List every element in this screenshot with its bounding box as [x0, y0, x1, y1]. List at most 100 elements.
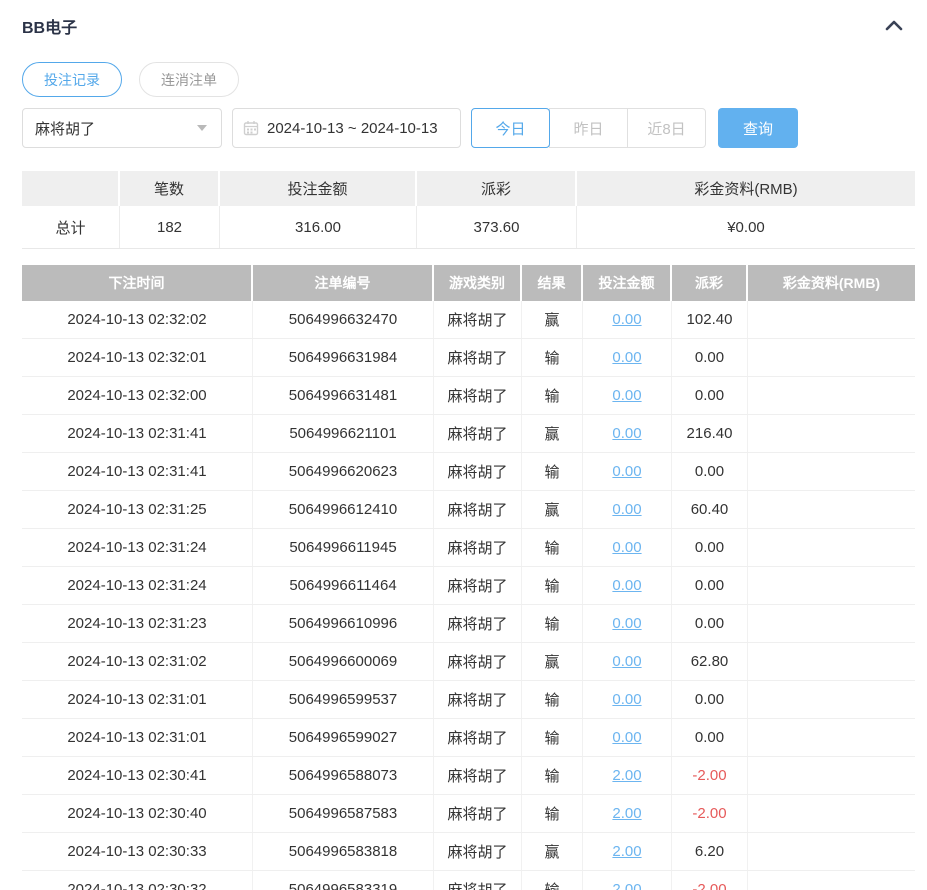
- jackpot-cell: [748, 377, 915, 414]
- game-type-cell: 麻将胡了: [434, 453, 522, 490]
- game-type-cell: 麻将胡了: [434, 719, 522, 756]
- bet-amount-link[interactable]: 0.00: [583, 643, 672, 680]
- bet-table: 下注时间 注单编号 游戏类别 结果 投注金额 派彩 彩金资料(RMB) 2024…: [22, 265, 915, 890]
- bet-time-cell: 2024-10-13 02:30:40: [22, 795, 253, 832]
- bet-id-cell: 5064996621101: [253, 415, 434, 452]
- date-range-input[interactable]: 2024-10-13 ~ 2024-10-13: [232, 108, 461, 148]
- bet-time-cell: 2024-10-13 02:30:41: [22, 757, 253, 794]
- bet-amount-link[interactable]: 0.00: [583, 301, 672, 338]
- payout-cell: 0.00: [672, 719, 748, 756]
- bet-amount-link[interactable]: 2.00: [583, 795, 672, 832]
- result-cell: 输: [522, 605, 583, 642]
- table-row: 2024-10-13 02:30:41 5064996588073 麻将胡了输 2.0…: [22, 757, 915, 795]
- tab-cancelled-bets[interactable]: 连消注单: [139, 62, 239, 97]
- table-row: 2024-10-13 02:32:00 5064996631481 麻将胡了输 0.0…: [22, 377, 915, 415]
- payout-cell: -2.00: [672, 795, 748, 832]
- bet-time-cell: 2024-10-13 02:31:24: [22, 529, 253, 566]
- collapse-button[interactable]: [885, 19, 903, 34]
- panel-header: BB电子: [22, 14, 915, 38]
- table-row: 2024-10-13 02:31:02 5064996600069 麻将胡了赢 0.0…: [22, 643, 915, 681]
- summary-header-empty: [22, 171, 120, 206]
- jackpot-cell: [748, 339, 915, 376]
- bet-amount-link[interactable]: 2.00: [583, 871, 672, 890]
- game-type-cell: 麻将胡了: [434, 833, 522, 870]
- bet-id-cell: 5064996611945: [253, 529, 434, 566]
- col-header-time: 下注时间: [22, 265, 253, 301]
- bet-id-cell: 5064996599537: [253, 681, 434, 718]
- payout-cell: 0.00: [672, 377, 748, 414]
- bet-id-cell: 5064996587583: [253, 795, 434, 832]
- jackpot-cell: [748, 453, 915, 490]
- result-cell: 输: [522, 795, 583, 832]
- bet-time-cell: 2024-10-13 02:31:41: [22, 415, 253, 452]
- quick-today-button[interactable]: 今日: [471, 108, 550, 148]
- game-select[interactable]: 麻将胡了: [22, 108, 222, 148]
- result-cell: 赢: [522, 833, 583, 870]
- payout-cell: 102.40: [672, 301, 748, 338]
- jackpot-cell: [748, 567, 915, 604]
- jackpot-cell: [748, 643, 915, 680]
- game-type-cell: 麻将胡了: [434, 871, 522, 890]
- jackpot-cell: [748, 491, 915, 528]
- summary-total-count: 182: [120, 206, 220, 248]
- payout-cell: 0.00: [672, 529, 748, 566]
- table-row: 2024-10-13 02:30:33 5064996583818 麻将胡了赢 2.0…: [22, 833, 915, 871]
- game-type-cell: 麻将胡了: [434, 757, 522, 794]
- bet-amount-link[interactable]: 2.00: [583, 833, 672, 870]
- bet-time-cell: 2024-10-13 02:30:32: [22, 871, 253, 890]
- record-tabs: 投注记录 连消注单: [22, 62, 915, 97]
- bet-amount-link[interactable]: 0.00: [583, 339, 672, 376]
- bet-amount-link[interactable]: 2.00: [583, 757, 672, 794]
- result-cell: 输: [522, 871, 583, 890]
- game-type-cell: 麻将胡了: [434, 301, 522, 338]
- game-type-cell: 麻将胡了: [434, 339, 522, 376]
- bet-records-panel: BB电子 投注记录 连消注单 麻将胡了 2024-10-13 ~ 2024-10…: [0, 0, 927, 890]
- game-type-cell: 麻将胡了: [434, 529, 522, 566]
- quick-yesterday-button[interactable]: 昨日: [549, 108, 628, 148]
- bet-amount-link[interactable]: 0.00: [583, 719, 672, 756]
- quick-last8days-button[interactable]: 近8日: [627, 108, 706, 148]
- bet-amount-link[interactable]: 0.00: [583, 681, 672, 718]
- summary-header-count: 笔数: [120, 171, 220, 206]
- table-row: 2024-10-13 02:31:24 5064996611945 麻将胡了输 0.0…: [22, 529, 915, 567]
- bet-id-cell: 5064996611464: [253, 567, 434, 604]
- result-cell: 输: [522, 757, 583, 794]
- table-row: 2024-10-13 02:31:24 5064996611464 麻将胡了输 0.0…: [22, 567, 915, 605]
- bet-amount-link[interactable]: 0.00: [583, 415, 672, 452]
- result-cell: 赢: [522, 415, 583, 452]
- bet-amount-link[interactable]: 0.00: [583, 567, 672, 604]
- payout-cell: 6.20: [672, 833, 748, 870]
- payout-cell: 62.80: [672, 643, 748, 680]
- chevron-down-icon: [197, 125, 207, 131]
- summary-table: 笔数 投注金额 派彩 彩金资料(RMB) 总计 182 316.00 373.6…: [22, 171, 915, 249]
- bet-time-cell: 2024-10-13 02:31:23: [22, 605, 253, 642]
- summary-total-payout: 373.60: [417, 206, 577, 248]
- bet-time-cell: 2024-10-13 02:31:01: [22, 681, 253, 718]
- summary-total-jackpot: ¥0.00: [727, 218, 765, 236]
- result-cell: 输: [522, 339, 583, 376]
- bet-amount-link[interactable]: 0.00: [583, 605, 672, 642]
- table-row: 2024-10-13 02:31:41 5064996620623 麻将胡了输 0.0…: [22, 453, 915, 491]
- payout-cell: 0.00: [672, 453, 748, 490]
- table-row: 2024-10-13 02:31:25 5064996612410 麻将胡了赢 0.0…: [22, 491, 915, 529]
- search-button[interactable]: 查询: [718, 108, 798, 148]
- bet-id-cell: 5064996600069: [253, 643, 434, 680]
- payout-cell: 60.40: [672, 491, 748, 528]
- payout-cell: 0.00: [672, 567, 748, 604]
- tab-bet-records[interactable]: 投注记录: [22, 62, 122, 97]
- summary-total-bet-amount: 316.00: [220, 206, 417, 248]
- bet-amount-link[interactable]: 0.00: [583, 453, 672, 490]
- jackpot-cell: [748, 529, 915, 566]
- bet-time-cell: 2024-10-13 02:31:01: [22, 719, 253, 756]
- bet-id-cell: 5064996632470: [253, 301, 434, 338]
- game-type-cell: 麻将胡了: [434, 643, 522, 680]
- jackpot-cell: [748, 605, 915, 642]
- game-type-cell: 麻将胡了: [434, 567, 522, 604]
- jackpot-cell: [748, 719, 915, 756]
- calendar-icon: [243, 120, 259, 136]
- bet-amount-link[interactable]: 0.00: [583, 377, 672, 414]
- bet-amount-link[interactable]: 0.00: [583, 491, 672, 528]
- bet-id-cell: 5064996620623: [253, 453, 434, 490]
- bet-amount-link[interactable]: 0.00: [583, 529, 672, 566]
- bet-id-cell: 5064996599027: [253, 719, 434, 756]
